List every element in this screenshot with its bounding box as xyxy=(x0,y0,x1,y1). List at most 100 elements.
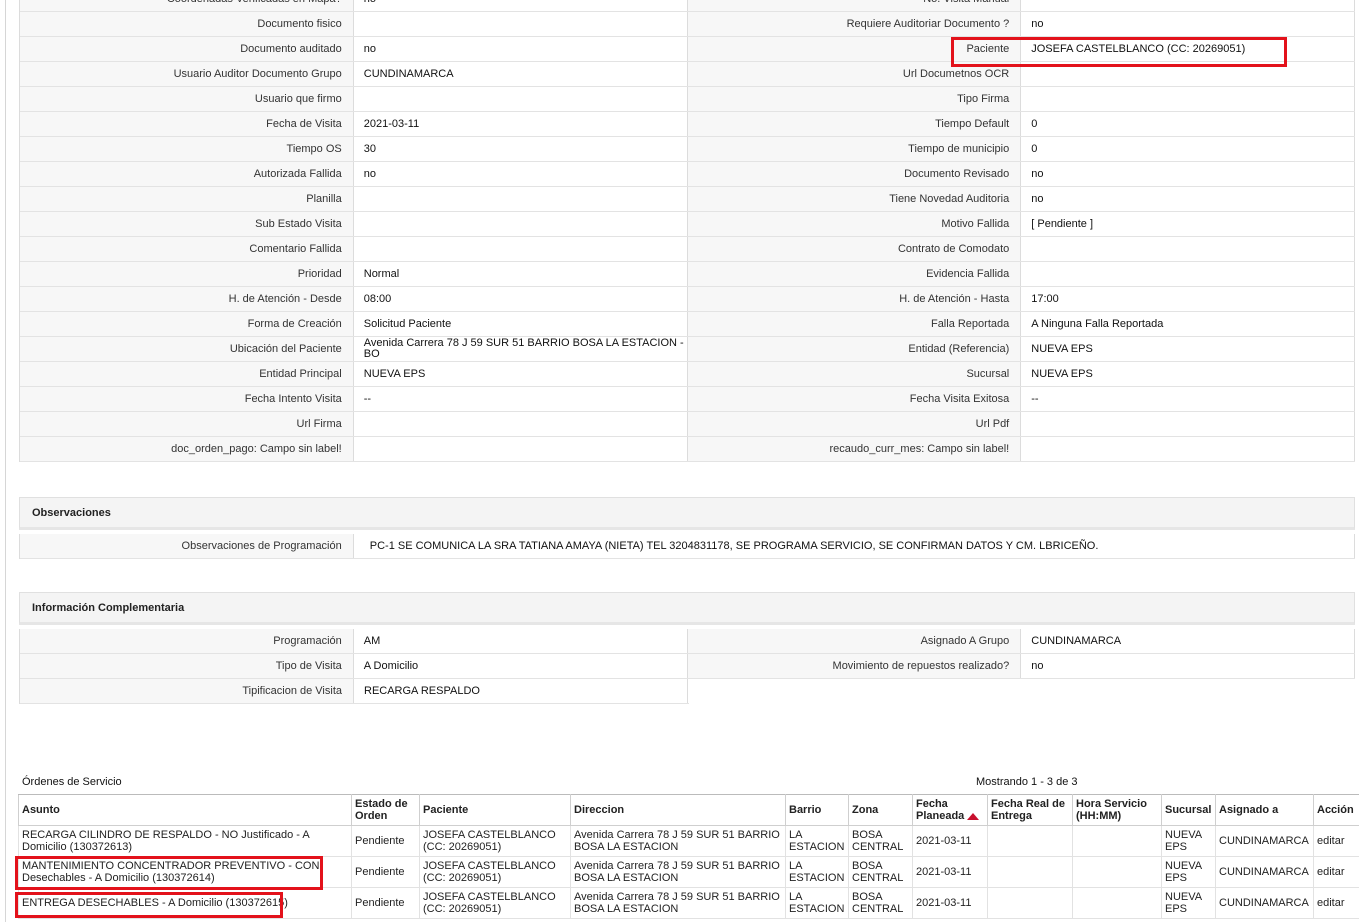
order-fecha-cell: 2021-03-11 xyxy=(912,825,988,857)
detail-row: Observaciones de Programación PC-1 SE CO… xyxy=(20,534,1355,559)
col-accion: Acción xyxy=(1313,794,1359,826)
order-zona-cell: BOSA CENTRAL xyxy=(848,825,913,857)
field-value xyxy=(1021,262,1355,286)
field-value: A Ninguna Falla Reportada xyxy=(1021,312,1355,336)
order-estado-cell: Pendiente xyxy=(351,856,420,888)
order-zona-cell: BOSA CENTRAL xyxy=(848,856,913,888)
field-label: Sucursal xyxy=(687,362,1022,386)
order-accion-cell[interactable]: editar xyxy=(1313,887,1359,919)
table-row[interactable]: RECARGA CILINDRO DE RESPALDO - NO Justif… xyxy=(18,825,1359,857)
field-label: Tipo de Visita xyxy=(20,654,354,678)
col-direccion[interactable]: Direccion xyxy=(570,794,786,826)
field-value xyxy=(1021,87,1355,111)
col-fecha-planeada[interactable]: Fecha Planeada xyxy=(912,794,988,826)
order-sucursal-cell: NUEVA EPS xyxy=(1161,887,1216,919)
field-value xyxy=(353,87,688,111)
detail-row: Planilla Tiene Novedad Auditoria no xyxy=(20,187,1355,212)
order-asunto-cell[interactable]: ENTREGA DESECHABLES - A Domicilio (13037… xyxy=(18,887,352,919)
field-label: Ubicación del Paciente xyxy=(20,337,354,361)
visit-detail-grid: Coordenadas Verificadas en Mapa?noNo. Vi… xyxy=(19,0,1355,462)
sort-ascending-icon xyxy=(967,812,980,820)
page-left-rule xyxy=(5,0,6,922)
detail-row: Url Firma Url Pdf xyxy=(20,412,1355,437)
detail-row: Documento fisico Requiere Auditoriar Docu… xyxy=(20,12,1355,37)
field-value: Normal xyxy=(353,262,688,286)
order-sucursal-cell: NUEVA EPS xyxy=(1161,825,1216,857)
orders-title: Órdenes de Servicio xyxy=(22,776,122,788)
order-accion-cell[interactable]: editar xyxy=(1313,825,1359,857)
field-value: NUEVA EPS xyxy=(1021,362,1355,386)
col-zona[interactable]: Zona xyxy=(848,794,913,826)
order-asunto-cell[interactable]: MANTENIMIENTO CONCENTRADOR PREVENTIVO - … xyxy=(18,856,352,888)
col-barrio[interactable]: Barrio xyxy=(785,794,849,826)
field-value: JOSEFA CASTELBLANCO (CC: 20269051) xyxy=(1021,37,1355,61)
field-label: Forma de Creación xyxy=(20,312,354,336)
col-paciente[interactable]: Paciente xyxy=(419,794,571,826)
order-real-cell xyxy=(987,887,1073,919)
col-asunto[interactable]: Asunto xyxy=(18,794,352,826)
order-asunto-cell[interactable]: RECARGA CILINDRO DE RESPALDO - NO Justif… xyxy=(18,825,352,857)
detail-row: Documento auditado no Paciente JOSEFA CASTE… xyxy=(20,37,1355,62)
col-asignado[interactable]: Asignado a xyxy=(1215,794,1314,826)
field-label: Comentario Fallida xyxy=(20,237,354,261)
detail-row: Coordenadas Verificadas en Mapa?noNo. Vi… xyxy=(20,0,1355,12)
field-label: Coordenadas Verificadas en Mapa? xyxy=(20,0,354,11)
detail-row: Forma de Creación Solicitud Paciente Falla… xyxy=(20,312,1355,337)
table-row[interactable]: ENTREGA DESECHABLES - A Domicilio (13037… xyxy=(18,887,1359,919)
field-value: A Domicilio xyxy=(353,654,688,678)
order-paciente-cell: JOSEFA CASTELBLANCO (CC: 20269051) xyxy=(419,856,571,888)
field-value: no xyxy=(1021,162,1355,186)
detail-row: Programación AM Asignado A Grupo CUNDINA… xyxy=(20,629,1355,654)
detail-row: Usuario que firmo Tipo Firma xyxy=(20,87,1355,112)
order-zona-cell: BOSA CENTRAL xyxy=(848,887,913,919)
order-direccion-cell: Avenida Carrera 78 J 59 SUR 51 BARRIO BO… xyxy=(570,887,786,919)
col-fecha-planeada-label: Fecha Planeada xyxy=(916,798,965,822)
field-label: Motivo Fallida xyxy=(687,212,1022,236)
order-direccion-cell: Avenida Carrera 78 J 59 SUR 51 BARRIO BO… xyxy=(570,856,786,888)
field-value: 30 xyxy=(353,137,688,161)
field-label: Programación xyxy=(20,629,354,653)
field-value: Avenida Carrera 78 J 59 SUR 51 BARRIO BO… xyxy=(353,337,688,361)
field-label: Fecha Intento Visita xyxy=(20,387,354,411)
field-label: Asignado A Grupo xyxy=(687,629,1022,653)
field-label: Fecha de Visita xyxy=(20,112,354,136)
table-row[interactable]: MANTENIMIENTO CONCENTRADOR PREVENTIVO - … xyxy=(18,856,1359,888)
field-label: Usuario Auditor Documento Grupo xyxy=(20,62,354,86)
field-label: Url Documetnos OCR xyxy=(687,62,1022,86)
field-label: doc_orden_pago: Campo sin label! xyxy=(20,437,354,461)
field-value: 0 xyxy=(1021,112,1355,136)
col-hora-servicio[interactable]: Hora Servicio (HH:MM) xyxy=(1072,794,1162,826)
field-value xyxy=(353,412,688,436)
field-label: Fecha Visita Exitosa xyxy=(687,387,1022,411)
order-accion-cell[interactable]: editar xyxy=(1313,856,1359,888)
field-value: NUEVA EPS xyxy=(353,362,688,386)
complementaria-header: Información Complementaria xyxy=(19,592,1355,625)
field-label: Movimiento de repuestos realizado? xyxy=(687,654,1022,678)
field-value xyxy=(1021,0,1355,11)
col-estado[interactable]: Estado de Orden xyxy=(351,794,420,826)
field-label: recaudo_curr_mes: Campo sin label! xyxy=(687,437,1022,461)
order-barrio-cell: LA ESTACION xyxy=(785,856,849,888)
field-value: Solicitud Paciente xyxy=(353,312,688,336)
col-fecha-real[interactable]: Fecha Real de Entrega xyxy=(987,794,1073,826)
order-estado-cell: Pendiente xyxy=(351,825,420,857)
observaciones-grid: Observaciones de Programación PC-1 SE CO… xyxy=(19,534,1355,559)
field-label: Tiempo OS xyxy=(20,137,354,161)
field-label: Planilla xyxy=(20,187,354,211)
detail-row: doc_orden_pago: Campo sin label! recaudo_… xyxy=(20,437,1355,462)
field-value: -- xyxy=(1021,387,1355,411)
field-label: Entidad Principal xyxy=(20,362,354,386)
col-sucursal[interactable]: Sucursal xyxy=(1161,794,1216,826)
field-value xyxy=(353,237,688,261)
order-sucursal-cell: NUEVA EPS xyxy=(1161,856,1216,888)
field-value xyxy=(1021,237,1355,261)
field-value: 2021-03-11 xyxy=(353,112,688,136)
order-hora-cell xyxy=(1072,825,1162,857)
order-real-cell xyxy=(987,856,1073,888)
field-label: Tiene Novedad Auditoria xyxy=(687,187,1022,211)
field-value: no xyxy=(353,37,688,61)
field-label: H. de Atención - Hasta xyxy=(687,287,1022,311)
field-value xyxy=(1021,437,1355,461)
field-label: Documento auditado xyxy=(20,37,354,61)
detail-row: Usuario Auditor Documento Grupo CUNDINAMA… xyxy=(20,62,1355,87)
